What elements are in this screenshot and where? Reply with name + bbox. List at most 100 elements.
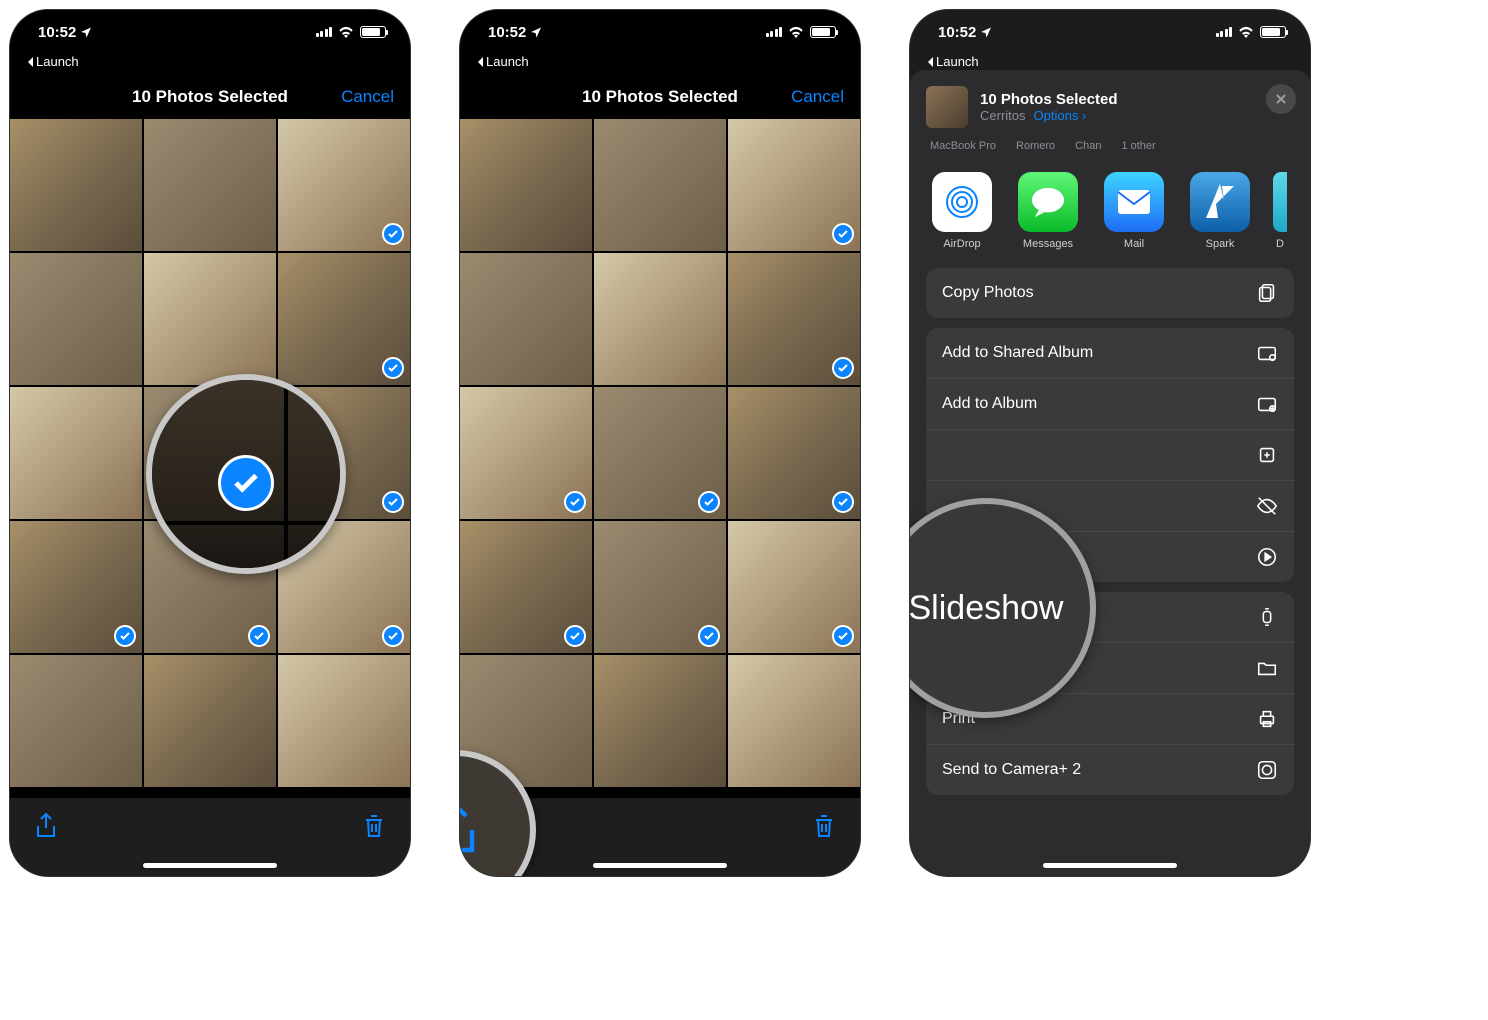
hide-icon: [1256, 495, 1278, 517]
nav-header: 10 Photos Selected Cancel: [460, 75, 860, 119]
panel-a-photos-select: 10:52 Launch 10 Photos Selected Cancel: [10, 10, 410, 876]
photo-thumb[interactable]: [728, 253, 860, 385]
photo-thumb[interactable]: [460, 387, 592, 519]
photo-thumb[interactable]: [278, 253, 410, 385]
signal-icon: [766, 27, 783, 37]
selection-title: 10 Photos Selected: [582, 87, 738, 107]
share-app-spark[interactable]: Spark: [1186, 172, 1254, 250]
photo-thumb[interactable]: [594, 387, 726, 519]
action-duplicate[interactable]: [926, 430, 1294, 481]
wifi-icon: [1238, 26, 1254, 38]
cancel-button[interactable]: Cancel: [341, 87, 394, 107]
status-time: 10:52: [38, 24, 76, 41]
photo-thumb[interactable]: [728, 521, 860, 653]
share-icon[interactable]: [34, 812, 58, 840]
photo-thumb[interactable]: [278, 119, 410, 251]
battery-icon: [1260, 26, 1286, 38]
photo-thumb[interactable]: [594, 521, 726, 653]
status-time: 10:52: [488, 24, 526, 41]
photo-thumb[interactable]: [144, 655, 276, 787]
photo-thumb[interactable]: [278, 655, 410, 787]
duplicate-icon: [1256, 444, 1278, 466]
share-app-messages[interactable]: Messages: [1014, 172, 1082, 250]
check-icon: [248, 625, 270, 647]
photo-thumb[interactable]: [460, 119, 592, 251]
battery-icon: [360, 26, 386, 38]
status-icons: [316, 26, 387, 38]
location-icon: [80, 26, 92, 38]
check-icon: [832, 625, 854, 647]
album-icon: [1256, 393, 1278, 415]
photo-thumb[interactable]: [10, 119, 142, 251]
share-icon-zoom: [460, 801, 480, 859]
panel-b-photos-share: 10:52 Launch 10 Photos Selected Cancel: [460, 10, 860, 876]
check-icon: [564, 491, 586, 513]
back-to-launch[interactable]: Launch: [460, 54, 860, 75]
status-bar: 10:52: [910, 10, 1310, 54]
photo-thumb[interactable]: [144, 119, 276, 251]
action-add-shared-album[interactable]: Add to Shared Album: [926, 328, 1294, 379]
check-icon: [382, 625, 404, 647]
photo-grid: [460, 119, 860, 787]
signal-icon: [316, 27, 333, 37]
photo-thumb[interactable]: [728, 119, 860, 251]
photo-thumb[interactable]: [594, 655, 726, 787]
selection-title: 10 Photos Selected: [132, 87, 288, 107]
home-indicator[interactable]: [143, 863, 277, 868]
status-bar: 10:52: [10, 10, 410, 54]
action-camera-plus[interactable]: Send to Camera+ 2: [926, 745, 1294, 795]
status-icons: [766, 26, 837, 38]
signal-icon: [1216, 27, 1233, 37]
folder-icon: [1256, 657, 1278, 679]
share-app-more[interactable]: D: [1272, 172, 1288, 250]
photo-thumb[interactable]: [10, 253, 142, 385]
back-to-launch[interactable]: Launch: [10, 54, 410, 75]
status-icons: [1216, 26, 1287, 38]
trash-icon[interactable]: [362, 812, 386, 840]
photo-thumb[interactable]: [594, 253, 726, 385]
watch-icon: [1256, 606, 1278, 628]
share-app-airdrop[interactable]: AirDrop: [928, 172, 996, 250]
nav-header: 10 Photos Selected Cancel: [10, 75, 410, 119]
photo-thumb[interactable]: [460, 521, 592, 653]
check-icon: [382, 223, 404, 245]
printer-icon: [1256, 708, 1278, 730]
check-icon: [382, 357, 404, 379]
panel-c-share-sheet: 10:52 Launch 10 Photos Selected Cerritos…: [910, 10, 1310, 876]
check-icon: [564, 625, 586, 647]
check-icon: [698, 625, 720, 647]
photo-thumb[interactable]: [728, 387, 860, 519]
action-copy-photos[interactable]: Copy Photos: [926, 268, 1294, 318]
photo-thumb[interactable]: [460, 253, 592, 385]
location-icon: [530, 26, 542, 38]
check-icon: [832, 357, 854, 379]
share-options-button[interactable]: Options ›: [1034, 108, 1087, 123]
photo-thumb[interactable]: [10, 387, 142, 519]
action-add-album[interactable]: Add to Album: [926, 379, 1294, 430]
photo-thumb[interactable]: [10, 521, 142, 653]
camera-plus-icon: [1256, 759, 1278, 781]
battery-icon: [810, 26, 836, 38]
trash-icon[interactable]: [812, 812, 836, 840]
photo-thumb[interactable]: [728, 655, 860, 787]
home-indicator[interactable]: [593, 863, 727, 868]
home-indicator[interactable]: [1043, 863, 1177, 868]
shared-album-icon: [1256, 342, 1278, 364]
play-icon: [1256, 546, 1278, 568]
check-icon: [832, 491, 854, 513]
cancel-button[interactable]: Cancel: [791, 87, 844, 107]
close-button[interactable]: [1266, 84, 1296, 114]
big-check-icon: [218, 455, 274, 511]
airdrop-targets: MacBook Pro Romero Chan 1 other: [910, 140, 1310, 162]
zoom-callout-checkmark: [146, 374, 346, 574]
check-icon: [698, 491, 720, 513]
share-app-mail[interactable]: Mail: [1100, 172, 1168, 250]
zoom-slideshow-label: Slideshow: [910, 589, 1063, 628]
status-bar: 10:52: [460, 10, 860, 54]
photo-thumb[interactable]: [144, 253, 276, 385]
share-location: Cerritos: [980, 108, 1026, 123]
share-sheet: 10 Photos Selected Cerritos Options › Ma…: [910, 70, 1310, 876]
photo-thumb[interactable]: [594, 119, 726, 251]
check-icon: [832, 223, 854, 245]
photo-thumb[interactable]: [10, 655, 142, 787]
